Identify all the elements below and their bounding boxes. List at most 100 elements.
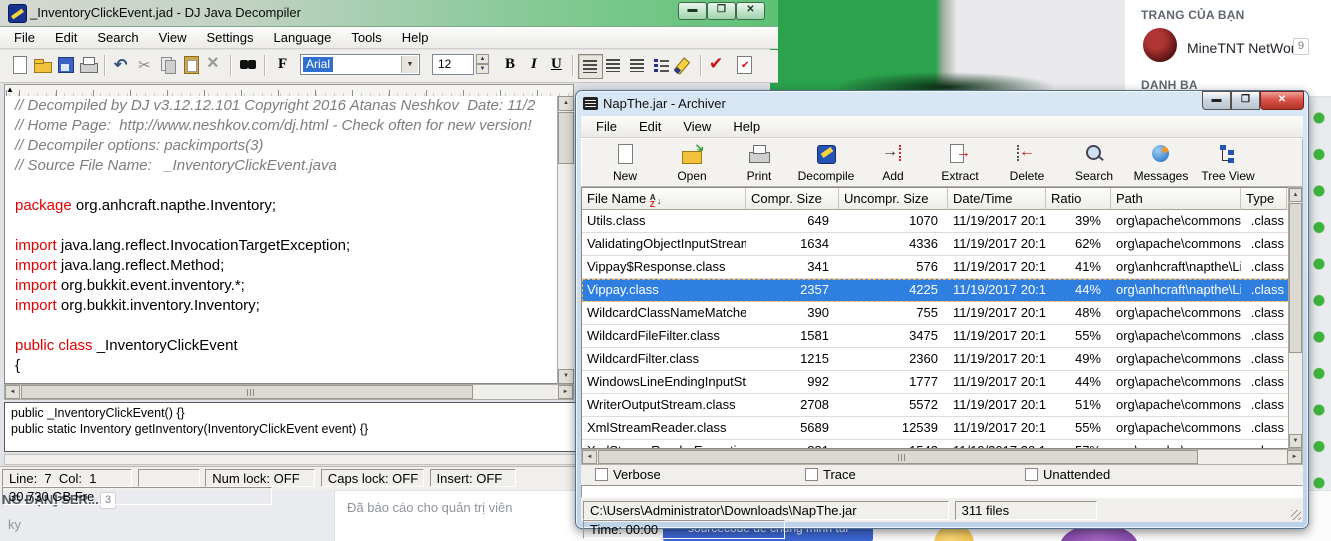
find-button[interactable] [237,54,260,77]
spin-up-icon[interactable]: ▲ [476,54,489,64]
print-button[interactable]: Print [726,141,792,184]
menu-help[interactable]: Help [392,27,439,49]
checkbox-box[interactable] [805,468,818,481]
table-row[interactable]: WildcardFileFilter.class 1581 3475 11/19… [582,325,1302,348]
scroll-left-icon[interactable]: ◄ [5,385,20,399]
search-button[interactable]: Search [1061,141,1127,184]
column-header-ratio[interactable]: Ratio [1046,188,1111,210]
menu-view[interactable]: View [149,27,197,49]
underline-button[interactable] [546,54,569,77]
scrollbar-thumb[interactable] [21,385,473,399]
table-row[interactable]: XmlStreamReaderException.c 881 1543 11/1… [582,440,1302,448]
maximize-button[interactable]: ❐ [707,2,736,20]
code-editor[interactable]: // Decompiled by DJ v3.12.12.101 Copyrig… [4,96,574,384]
minimize-button[interactable]: ▬ [1202,91,1231,110]
save-button[interactable] [54,54,77,77]
font-button[interactable] [271,54,294,77]
menu-edit[interactable]: Edit [628,116,672,138]
table-row[interactable]: WindowsLineEndingInputStrea 992 1777 11/… [582,371,1302,394]
decompiler-titlebar[interactable]: _InventoryClickEvent.jad - DJ Java Decom… [0,0,778,27]
new-button[interactable] [8,54,31,77]
table-row[interactable]: Utils.class 649 1070 11/19/2017 20:19 39… [582,210,1302,233]
align-right-button[interactable] [626,54,649,77]
menu-settings[interactable]: Settings [197,27,264,49]
column-header-compressed-size[interactable]: Compr. Size [746,188,839,210]
bold-button[interactable] [499,54,522,77]
extract-button[interactable]: Extract [927,141,993,184]
close-button[interactable]: ✕ [736,2,765,20]
messages-button[interactable]: Messages [1128,141,1194,184]
sort-az-icon[interactable]: ↓ [650,190,664,206]
table-row[interactable]: Vippay.class 2357 4225 11/19/2017 20:19 … [582,279,1302,302]
column-header-filename[interactable]: File Name ↓ [582,188,746,210]
new-button[interactable]: New [592,141,658,184]
checkbox-box[interactable] [1025,468,1038,481]
menu-edit[interactable]: Edit [45,27,87,49]
column-header-path[interactable]: Path [1111,188,1241,210]
menu-view[interactable]: View [672,116,722,138]
scrollbar-thumb[interactable] [598,450,1198,464]
editor-vertical-scrollbar[interactable]: ▲ ▼ [557,96,575,384]
decompile-button[interactable]: Decompile [793,141,859,184]
scroll-right-icon[interactable]: ► [558,385,573,399]
checkbox-box[interactable] [595,468,608,481]
paste-button[interactable] [180,54,203,77]
table-row[interactable]: Vippay$Response.class 341 576 11/19/2017… [582,256,1302,279]
maximize-button[interactable]: ❐ [1231,91,1260,110]
bullet-list-button[interactable] [650,54,673,77]
resize-grip[interactable] [1291,510,1301,520]
italic-button[interactable] [523,54,546,77]
delete-button[interactable] [203,54,226,77]
delete-button[interactable]: Delete [994,141,1060,184]
copy-button[interactable] [157,54,180,77]
editor-horizontal-scrollbar[interactable]: ◄ ► [4,384,574,400]
font-size-stepper[interactable]: ▲ ▼ [476,54,489,75]
open-button[interactable] [31,54,54,77]
column-header-uncompressed-size[interactable]: Uncompr. Size [839,188,948,210]
close-button[interactable]: ✕ [1260,91,1304,110]
scroll-down-icon[interactable]: ▼ [558,369,574,384]
list-horizontal-scrollbar[interactable]: ◄ ► [581,449,1303,465]
page-name-link[interactable]: MineTNT NetWork [1187,40,1302,56]
scroll-right-icon[interactable]: ► [1287,450,1302,464]
font-family-select[interactable]: Arial ▼ [300,54,420,75]
chevron-down-icon[interactable]: ▼ [401,56,418,73]
scroll-left-icon[interactable]: ◄ [582,450,597,464]
add-button[interactable]: Add [860,141,926,184]
column-header-type[interactable]: Type [1241,188,1287,210]
scrollbar-thumb[interactable] [1289,203,1302,353]
verify-document-button[interactable] [733,54,756,77]
menu-help[interactable]: Help [722,116,771,138]
scroll-up-icon[interactable]: ▲ [1289,188,1302,202]
print-button[interactable] [77,54,100,77]
highlight-button[interactable] [673,54,696,77]
table-row[interactable]: ValidatingObjectInputStream.c 1634 4336 … [582,233,1302,256]
table-row[interactable]: WriterOutputStream.class 2708 5572 11/19… [582,394,1302,417]
table-row[interactable]: XmlStreamReader.class 5689 12539 11/19/2… [582,417,1302,440]
tree-view-icon [1216,142,1240,166]
align-left-button[interactable] [578,54,603,79]
menu-file[interactable]: File [4,27,45,49]
spin-down-icon[interactable]: ▼ [476,64,489,74]
page-avatar[interactable] [1143,28,1177,62]
column-header-datetime[interactable]: Date/Time [948,188,1046,210]
undo-button[interactable] [110,54,133,77]
cut-button[interactable] [134,54,157,77]
open-button[interactable]: Open [659,141,725,184]
archiver-titlebar[interactable]: NapThe.jar - Archiver ▬ ❐ ✕ [576,91,1308,116]
table-row[interactable]: WildcardFilter.class 1215 2360 11/19/201… [582,348,1302,371]
tree-view-button[interactable]: Tree View [1195,141,1261,184]
minimize-button[interactable]: ▬ [678,2,707,20]
menu-language[interactable]: Language [264,27,342,49]
menu-search[interactable]: Search [87,27,148,49]
list-vertical-scrollbar[interactable]: ▲ ▼ [1288,187,1303,449]
table-row[interactable]: WildcardClassNameMatcher.c 390 755 11/19… [582,302,1302,325]
menu-file[interactable]: File [585,116,628,138]
font-size-input[interactable]: 12 [432,54,474,75]
scroll-up-icon[interactable]: ▲ [558,96,574,111]
align-center-button[interactable] [602,54,625,77]
scrollbar-thumb[interactable] [558,112,574,164]
syntax-check-button[interactable] [707,54,730,77]
scroll-down-icon[interactable]: ▼ [1289,434,1302,448]
menu-tools[interactable]: Tools [341,27,391,49]
